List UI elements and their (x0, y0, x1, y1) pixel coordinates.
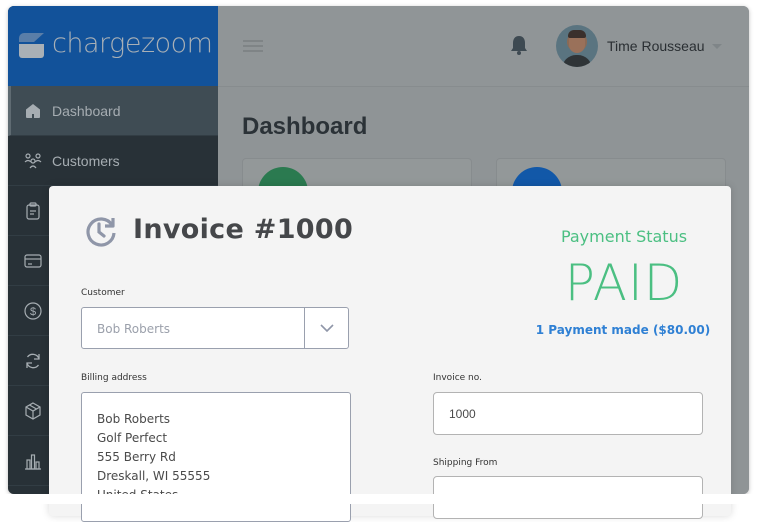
address-line: Dreskall, WI 55555 (97, 469, 211, 483)
sidebar-item-customers[interactable]: Customers (8, 136, 218, 186)
home-icon (23, 101, 43, 121)
address-line: Golf Perfect (97, 431, 168, 445)
invoice-no-input[interactable]: 1000 (433, 392, 703, 435)
sidebar-item-label: Dashboard (52, 102, 121, 119)
customer-value: Bob Roberts (97, 322, 171, 336)
customer-select[interactable]: Bob Roberts (81, 307, 349, 349)
credit-card-icon (23, 251, 43, 271)
topbar: Time Rousseau (218, 6, 749, 87)
payment-status-badge: PAID (564, 254, 684, 312)
bell-icon[interactable] (510, 34, 528, 56)
package-icon (23, 401, 43, 421)
address-line: Bob Roberts (97, 412, 171, 426)
chevron-down-icon (319, 324, 334, 332)
chevron-down-icon[interactable] (712, 44, 722, 49)
customer-dropdown-button[interactable] (304, 308, 348, 348)
brand-name: chargezoom (52, 28, 213, 59)
sidebar-item-dashboard[interactable]: Dashboard (8, 86, 218, 136)
refresh-icon (23, 351, 43, 371)
payment-status-label: Payment Status (560, 227, 688, 246)
history-icon (86, 217, 116, 247)
billing-address-label: Billing address (81, 373, 147, 383)
customers-icon (23, 151, 43, 171)
chargezoom-logo-icon (19, 33, 44, 58)
logo[interactable]: chargezoom (8, 6, 218, 86)
svg-text:$: $ (30, 306, 36, 318)
shipping-from-label: Shipping From (433, 458, 498, 468)
customer-label: Customer (81, 288, 125, 298)
address-line: 555 Berry Rd (97, 450, 176, 464)
page-bottom (0, 494, 757, 504)
avatar[interactable] (556, 25, 598, 67)
payments-link[interactable]: 1 Payment made ($80.00) (519, 323, 727, 337)
hamburger-icon[interactable] (243, 40, 263, 52)
invoice-no-label: Invoice no. (433, 373, 482, 383)
page-title: Dashboard (242, 113, 368, 140)
invoice-no-value: 1000 (449, 407, 476, 421)
invoice-title: Invoice #1000 (133, 214, 354, 245)
user-name[interactable]: Time Rousseau (607, 38, 705, 54)
bar-chart-icon (23, 451, 43, 471)
dollar-circle-icon: $ (23, 301, 43, 321)
clipboard-icon (23, 201, 43, 221)
sidebar-item-label: Customers (52, 152, 120, 169)
invoice-modal: Invoice #1000 Payment Status PAID 1 Paym… (49, 186, 731, 522)
